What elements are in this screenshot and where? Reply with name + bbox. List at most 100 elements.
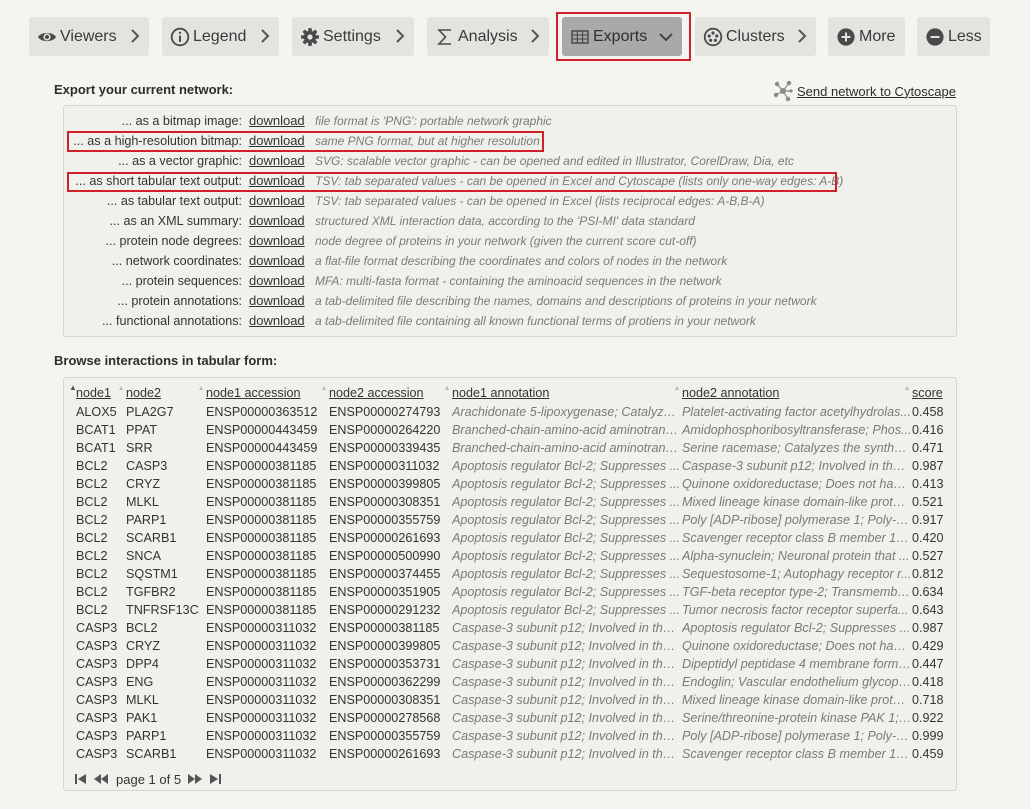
cell-node2-accession: ENSP00000291232 <box>329 603 441 617</box>
sort-icon: ▴ <box>199 383 204 392</box>
export-row-label: ... as a high-resolution bitmap: <box>73 134 242 148</box>
table-row[interactable]: CASP3 SCARB1 ENSP00000311032 ENSP0000026169… <box>76 745 952 763</box>
cell-score: 0.922 <box>912 711 944 725</box>
table-row[interactable]: BCL2 SCARB1 ENSP00000381185 ENSP00000261693… <box>76 529 952 547</box>
download-link[interactable]: download <box>249 173 305 188</box>
download-link[interactable]: download <box>249 253 305 268</box>
cell-node1-annotation: Caspase-3 subunit p12; Involved in the .… <box>452 711 682 725</box>
clusters-button[interactable]: Clusters <box>695 17 816 56</box>
table-row[interactable]: BCL2 TNFRSF13C ENSP00000381185 ENSP00000291… <box>76 601 952 619</box>
column-header-score[interactable]: ▴ score <box>905 383 952 403</box>
more-label: More <box>859 28 896 45</box>
export-row-description: a tab-delimited file containing all know… <box>315 314 756 328</box>
export-row: ... as a high-resolution bitmap: download… <box>64 131 954 151</box>
table-row[interactable]: BCL2 CASP3 ENSP00000381185 ENSP00000311032 A… <box>76 457 952 475</box>
export-row-description: file format is 'PNG': portable network g… <box>315 114 552 128</box>
table-row[interactable]: CASP3 CRYZ ENSP00000311032 ENSP00000399805 C… <box>76 637 952 655</box>
cell-node2: BCL2 <box>126 621 158 635</box>
table-row[interactable]: BCL2 MLKL ENSP00000381185 ENSP00000308351 Ap… <box>76 493 952 511</box>
cell-node2: ENG <box>126 675 154 689</box>
cell-node1-accession: ENSP00000311032 <box>206 639 317 653</box>
cell-node2-annotation: Serine racemase; Catalyzes the synthes..… <box>682 441 912 455</box>
download-link[interactable]: download <box>249 313 305 328</box>
cell-node1-accession: ENSP00000381185 <box>206 531 317 545</box>
table-row[interactable]: BCL2 PARP1 ENSP00000381185 ENSP00000355759 A… <box>76 511 952 529</box>
table-row[interactable]: CASP3 MLKL ENSP00000311032 ENSP00000308351 C… <box>76 691 952 709</box>
legend-label: Legend <box>193 28 247 45</box>
table-row[interactable]: BCL2 SNCA ENSP00000381185 ENSP00000500990 Ap… <box>76 547 952 565</box>
cell-score: 0.634 <box>912 585 944 599</box>
cell-node2: TGFBR2 <box>126 585 176 599</box>
download-link[interactable]: download <box>249 213 305 228</box>
table-row[interactable]: BCL2 CRYZ ENSP00000381185 ENSP00000399805 Ap… <box>76 475 952 493</box>
cell-node1-accession: ENSP00000381185 <box>206 567 317 581</box>
first-page-icon[interactable] <box>72 772 90 786</box>
previous-page-icon[interactable] <box>92 772 110 786</box>
minus-circle-icon <box>926 28 944 46</box>
cell-node1: CASP3 <box>76 693 118 707</box>
export-row-description: node degree of proteins in your network … <box>315 234 697 248</box>
page-indicator: page 1 of 5 <box>116 771 182 787</box>
cell-node2-annotation: Platelet-activating factor acetylhydrola… <box>682 405 911 419</box>
download-link[interactable]: download <box>249 113 305 128</box>
column-header-node1-accession[interactable]: ▴ node1 accession <box>199 383 329 403</box>
cell-node1-annotation: Apoptosis regulator Bcl-2; Suppresses ..… <box>452 513 681 527</box>
table-row[interactable]: CASP3 ENG ENSP00000311032 ENSP00000362299 Ca… <box>76 673 952 691</box>
table-row[interactable]: BCL2 TGFBR2 ENSP00000381185 ENSP00000351905… <box>76 583 952 601</box>
cell-node2: SCARB1 <box>126 747 177 761</box>
export-panel: ... as a bitmap image: download file forma… <box>63 105 957 337</box>
column-header-node2-accession[interactable]: ▴ node2 accession <box>322 383 452 403</box>
analysis-button[interactable]: Analysis <box>427 17 549 56</box>
analysis-label: Analysis <box>458 28 518 45</box>
cell-node2-accession: ENSP00000500990 <box>329 549 441 563</box>
legend-button[interactable]: Legend <box>162 17 279 56</box>
table-row[interactable]: ALOX5 PLA2G7 ENSP00000363512 ENSP0000027479… <box>76 403 952 421</box>
cell-node2: SCARB1 <box>126 531 177 545</box>
cell-node2: PARP1 <box>126 729 167 743</box>
send-to-cytoscape-link[interactable]: Send network to Cytoscape <box>773 80 956 102</box>
cell-node1: BCL2 <box>76 585 108 599</box>
settings-button[interactable]: Settings <box>292 17 414 56</box>
cell-node1-annotation: Caspase-3 subunit p12; Involved in the .… <box>452 675 682 689</box>
more-button[interactable]: More <box>828 17 905 56</box>
table-row[interactable]: CASP3 BCL2 ENSP00000311032 ENSP00000381185 C… <box>76 619 952 637</box>
cell-node2: PPAT <box>126 423 158 437</box>
table-row[interactable]: CASP3 PARP1 ENSP00000311032 ENSP00000355759… <box>76 727 952 745</box>
exports-button[interactable]: Exports <box>562 17 682 56</box>
column-header-node1-annotation[interactable]: ▴ node1 annotation <box>445 383 682 403</box>
download-link[interactable]: download <box>249 133 305 148</box>
export-row-label: ... protein sequences: <box>121 274 242 288</box>
download-link[interactable]: download <box>249 233 305 248</box>
table-row[interactable]: CASP3 PAK1 ENSP00000311032 ENSP00000278568 C… <box>76 709 952 727</box>
column-header-node2[interactable]: ▴ node2 <box>119 383 206 403</box>
last-page-icon[interactable] <box>206 772 224 786</box>
cell-node1: BCL2 <box>76 567 108 581</box>
cell-node2: SNCA <box>126 549 161 563</box>
less-label: Less <box>948 28 982 45</box>
cell-node1: BCL2 <box>76 531 108 545</box>
chevron-right-icon <box>396 29 405 43</box>
cell-node2: SQSTM1 <box>126 567 178 581</box>
cell-node2-annotation: Poly [ADP-ribose] polymerase 1; Poly-A..… <box>682 513 912 527</box>
next-page-icon[interactable] <box>186 772 204 786</box>
cell-node1-accession: ENSP00000311032 <box>206 729 317 743</box>
column-header-node2-annotation[interactable]: ▴ node2 annotation <box>675 383 912 403</box>
cell-node2-annotation: Alpha-synuclein; Neuronal protein that .… <box>682 549 910 563</box>
download-link[interactable]: download <box>249 193 305 208</box>
viewers-button[interactable]: Viewers <box>29 17 149 56</box>
table-row[interactable]: BCL2 SQSTM1 ENSP00000381185 ENSP00000374455… <box>76 565 952 583</box>
download-link[interactable]: download <box>249 153 305 168</box>
download-link[interactable]: download <box>249 273 305 288</box>
table-row[interactable]: CASP3 DPP4 ENSP00000311032 ENSP00000353731 C… <box>76 655 952 673</box>
table-row[interactable]: BCAT1 SRR ENSP00000443459 ENSP00000339435 Br… <box>76 439 952 457</box>
table-row[interactable]: BCAT1 PPAT ENSP00000443459 ENSP00000264220 B… <box>76 421 952 439</box>
cell-node2-accession: ENSP00000355759 <box>329 513 441 527</box>
download-link[interactable]: download <box>249 293 305 308</box>
export-row: ... as a vector graphic: download SVG: sca… <box>64 151 954 171</box>
less-button[interactable]: Less <box>917 17 990 56</box>
cell-node1-accession: ENSP00000381185 <box>206 477 317 491</box>
cell-score: 0.999 <box>912 729 944 743</box>
cell-node2-annotation: Quinone oxidoreductase; Does not have... <box>682 477 912 491</box>
cell-node2-annotation: Mixed lineage kinase domain-like protei.… <box>682 495 912 509</box>
cell-score: 0.987 <box>912 459 944 473</box>
